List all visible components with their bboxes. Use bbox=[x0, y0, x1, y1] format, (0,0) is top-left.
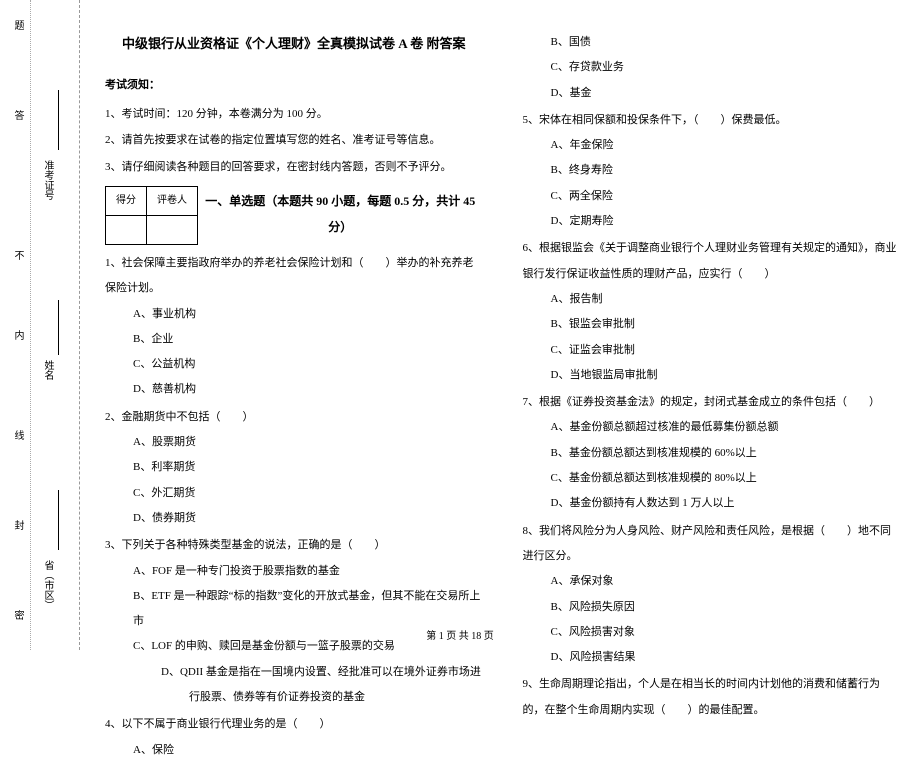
binding-margin: 省（市区） 姓名 准考证号 密 封 线 内 不 答 题 bbox=[0, 0, 80, 650]
seal-marker: 线 bbox=[10, 430, 25, 446]
option: B、银监会审批制 bbox=[551, 312, 901, 337]
notice-item: 3、请仔细阅读各种题目的回答要求，在密封线内答题，否则不予评分。 bbox=[105, 154, 483, 180]
option: D、风险损害结果 bbox=[551, 645, 901, 670]
binding-dotted-line bbox=[30, 0, 31, 650]
exam-title: 中级银行从业资格证《个人理财》全真模拟试卷 A 卷 附答案 bbox=[105, 30, 483, 59]
grader-cell bbox=[147, 215, 198, 244]
score-header-score: 得分 bbox=[106, 186, 147, 215]
question-stem: 5、宋体在相同保额和投保条件下，（ ）保费最低。 bbox=[523, 108, 901, 133]
seal-marker: 不 bbox=[10, 250, 25, 266]
option: D、QDII 基金是指在一国境内设置、经批准可以在境外证券市场进行股票、债券等有… bbox=[105, 660, 483, 711]
option: D、基金份额持有人数达到 1 万人以上 bbox=[551, 491, 901, 516]
option: C、证监会审批制 bbox=[551, 338, 901, 363]
option: B、风险损失原因 bbox=[551, 595, 901, 620]
binding-underline bbox=[58, 300, 59, 355]
option: D、债券期货 bbox=[133, 506, 483, 531]
option: C、存贷款业务 bbox=[551, 55, 901, 80]
option: D、慈善机构 bbox=[133, 377, 483, 402]
score-header-grader: 评卷人 bbox=[147, 186, 198, 215]
notice-item: 2、请首先按要求在试卷的指定位置填写您的姓名、准考证号等信息。 bbox=[105, 127, 483, 153]
option: C、公益机构 bbox=[133, 352, 483, 377]
seal-marker: 答 bbox=[10, 110, 25, 126]
option-text: D、QDII 基金是指在一国境内设置、经批准可以在境外证券市场进行股票、债券等有… bbox=[161, 660, 483, 711]
question-stem: 6、根据银监会《关于调整商业银行个人理财业务管理有关规定的通知》，商业银行发行保… bbox=[523, 236, 901, 287]
option: C、基金份额总额达到核准规模的 80%以上 bbox=[551, 466, 901, 491]
option: B、基金份额总额达到核准规模的 60%以上 bbox=[551, 441, 901, 466]
option: B、企业 bbox=[133, 327, 483, 352]
seal-marker: 内 bbox=[10, 330, 25, 346]
question-stem: 3、下列关于各种特殊类型基金的说法，正确的是（ ） bbox=[105, 533, 483, 558]
score-cell bbox=[106, 215, 147, 244]
question-stem: 4、以下不属于商业银行代理业务的是（ ） bbox=[105, 712, 483, 737]
option: C、两全保险 bbox=[551, 184, 901, 209]
option: A、FOF 是一种专门投资于股票指数的基金 bbox=[133, 559, 483, 584]
seal-marker: 封 bbox=[10, 520, 25, 536]
option: A、基金份额总额超过核准的最低募集份额总额 bbox=[551, 415, 901, 440]
question-stem: 1、社会保障主要指政府举办的养老社会保险计划和（ ）举办的补充养老保险计划。 bbox=[105, 251, 483, 302]
binding-label-name: 姓名 bbox=[40, 360, 55, 380]
option: A、保险 bbox=[133, 738, 483, 763]
option: C、外汇期货 bbox=[133, 481, 483, 506]
option: B、国债 bbox=[551, 30, 901, 55]
option: A、事业机构 bbox=[133, 302, 483, 327]
option: A、承保对象 bbox=[551, 569, 901, 594]
binding-label-ticket: 准考证号 bbox=[40, 160, 55, 200]
seal-marker: 题 bbox=[10, 20, 25, 36]
option: A、股票期货 bbox=[133, 430, 483, 455]
option: D、基金 bbox=[551, 81, 901, 106]
score-table: 得分 评卷人 bbox=[105, 186, 198, 245]
option: D、当地银监局审批制 bbox=[551, 363, 901, 388]
option: D、定期寿险 bbox=[551, 209, 901, 234]
content-area: 中级银行从业资格证《个人理财》全真模拟试卷 A 卷 附答案 考试须知： 1、考试… bbox=[80, 0, 920, 650]
notice-item: 1、考试时间：120 分钟，本卷满分为 100 分。 bbox=[105, 101, 483, 127]
question-stem: 7、根据《证券投资基金法》的规定，封闭式基金成立的条件包括（ ） bbox=[523, 390, 901, 415]
question-stem: 8、我们将风险分为人身风险、财产风险和责任风险，是根据（ ）地不同进行区分。 bbox=[523, 519, 901, 570]
page-footer: 第 1 页 共 18 页 bbox=[0, 627, 920, 642]
option: A、报告制 bbox=[551, 287, 901, 312]
question-stem: 9、生命周期理论指出，个人是在相当长的时间内计划他的消费和储蓄行为的，在整个生命… bbox=[523, 672, 901, 723]
seal-marker: 密 bbox=[10, 610, 25, 626]
left-column: 中级银行从业资格证《个人理财》全真模拟试卷 A 卷 附答案 考试须知： 1、考试… bbox=[80, 0, 503, 650]
option: B、利率期货 bbox=[133, 455, 483, 480]
binding-underline bbox=[58, 90, 59, 150]
right-column: B、国债 C、存贷款业务 D、基金 5、宋体在相同保额和投保条件下，（ ）保费最… bbox=[503, 0, 920, 650]
section-title: 一、单选题（本题共 90 小题，每题 0.5 分，共计 45 分） bbox=[198, 184, 483, 241]
binding-label-province: 省（市区） bbox=[40, 560, 55, 610]
question-stem: 2、金融期货中不包括（ ） bbox=[105, 405, 483, 430]
notice-header: 考试须知： bbox=[105, 73, 483, 97]
option: A、年金保险 bbox=[551, 133, 901, 158]
option: B、终身寿险 bbox=[551, 158, 901, 183]
binding-underline bbox=[58, 490, 59, 550]
